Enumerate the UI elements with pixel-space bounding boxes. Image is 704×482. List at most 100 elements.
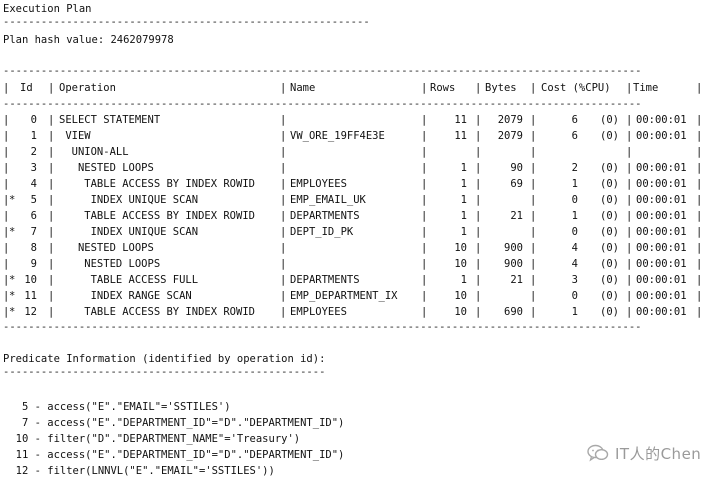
- cell-bytes: 69: [510, 178, 523, 190]
- border-pipe: |: [280, 210, 287, 222]
- cell-operation: TABLE ACCESS BY INDEX ROWID: [59, 210, 255, 222]
- cell-id: 1: [30, 130, 37, 142]
- table-top-rule: ----------------------------------------…: [3, 65, 642, 77]
- border-pipe: |: [696, 242, 703, 254]
- border-pipe: |: [48, 178, 55, 190]
- border-pipe: |: [48, 274, 55, 286]
- cell-operation: INDEX UNIQUE SCAN: [59, 194, 199, 206]
- cell-operation: INDEX RANGE SCAN: [59, 290, 192, 302]
- table-row: | 0 | SELECT STATEMENT | | 11 | 2079 | 6 (0) | 00:00…: [3, 112, 703, 128]
- cell-time: 00:00:01: [636, 274, 687, 286]
- border-pipe: |: [626, 146, 633, 158]
- cell-rows: 1: [460, 210, 467, 222]
- cell-id: 12: [24, 306, 37, 318]
- cell-time: 00:00:01: [636, 178, 687, 190]
- cell-cpu: (0): [600, 242, 619, 254]
- header-cost: Cost (%CPU): [541, 82, 611, 94]
- cell-id: 2: [30, 146, 37, 158]
- plan-hash-value: Plan hash value: 2462079978: [3, 34, 174, 46]
- cell-time: 00:00:01: [636, 258, 687, 270]
- border-pipe: |: [696, 178, 703, 190]
- border-pipe: |: [475, 226, 482, 238]
- border-pipe: |: [48, 242, 55, 254]
- cell-rows: 10: [454, 258, 467, 270]
- border-pipe: |: [626, 290, 633, 302]
- cell-operation: NESTED LOOPS: [59, 258, 161, 270]
- cell-name: EMPLOYEES: [290, 306, 347, 318]
- border-pipe: |: [48, 82, 55, 94]
- predicate-line: 11 - access("E"."DEPARTMENT_ID"="D"."DEP…: [3, 449, 345, 461]
- border-pipe: |: [280, 146, 287, 158]
- cell-cost: 4: [571, 242, 578, 254]
- table-row: | 9 | NESTED LOOPS | | 10 | 900 | 4 (0) | 00:00:01 |: [3, 256, 703, 272]
- border-pipe: |: [696, 162, 703, 174]
- cell-rows: 10: [454, 306, 467, 318]
- border-pipe: |: [530, 82, 537, 94]
- border-pipe: |: [280, 114, 287, 126]
- table-row: | 2 | UNION-ALL | | | | | |: [3, 144, 703, 160]
- cell-cpu: (0): [600, 162, 619, 174]
- border-pipe: |: [280, 242, 287, 254]
- cell-id: 8: [30, 242, 37, 254]
- border-pipe: |: [626, 82, 633, 94]
- cell-cost: 2: [571, 162, 578, 174]
- cell-time: 00:00:01: [636, 114, 687, 126]
- cell-id: 5: [30, 194, 37, 206]
- header-name: Name: [290, 82, 316, 94]
- border-pipe: |: [696, 146, 703, 158]
- cell-rows: 1: [460, 226, 467, 238]
- cell-id: 11: [24, 290, 37, 302]
- cell-operation: TABLE ACCESS BY INDEX ROWID: [59, 306, 255, 318]
- border-pipe: |: [280, 82, 287, 94]
- cell-rows: 1: [460, 194, 467, 206]
- cell-cpu: (0): [600, 290, 619, 302]
- cell-bytes: 900: [504, 258, 523, 270]
- cell-rows: 1: [460, 162, 467, 174]
- wechat-icon: [587, 444, 609, 462]
- table-header-row: | Id | Operation | Name | Rows | Bytes |…: [3, 80, 703, 96]
- cell-operation: SELECT STATEMENT: [59, 114, 161, 126]
- cell-operation: INDEX UNIQUE SCAN: [59, 226, 199, 238]
- cell-time: 00:00:01: [636, 306, 687, 318]
- cell-operation: TABLE ACCESS FULL: [59, 274, 199, 286]
- cell-cpu: (0): [600, 306, 619, 318]
- cell-time: 00:00:01: [636, 290, 687, 302]
- border-pipe: |: [48, 130, 55, 142]
- border-pipe: |: [626, 178, 633, 190]
- cell-rows: 11: [454, 114, 467, 126]
- table-header-rule: ----------------------------------------…: [3, 98, 642, 110]
- header-time: Time: [633, 82, 659, 94]
- border-pipe: |: [48, 114, 55, 126]
- border-pipe: |: [280, 226, 287, 238]
- border-pipe: |: [48, 194, 55, 206]
- cell-bytes: 900: [504, 242, 523, 254]
- cell-time: 00:00:01: [636, 226, 687, 238]
- border-pipe: |: [696, 306, 703, 318]
- border-pipe: |: [48, 210, 55, 222]
- cell-bytes: 21: [510, 274, 523, 286]
- border-pipe: |: [626, 194, 633, 206]
- cell-name: EMPLOYEES: [290, 178, 347, 190]
- border-pipe: |: [280, 274, 287, 286]
- border-pipe: |: [626, 274, 633, 286]
- cell-operation: NESTED LOOPS: [59, 242, 154, 254]
- cell-time: 00:00:01: [636, 194, 687, 206]
- watermark: IT人的Chen: [587, 443, 701, 463]
- border-pipe: |: [626, 226, 633, 238]
- border-pipe: |: [626, 306, 633, 318]
- cell-cpu: (0): [600, 178, 619, 190]
- cell-cpu: (0): [600, 258, 619, 270]
- border-pipe: |: [421, 146, 428, 158]
- cell-operation: UNION-ALL: [59, 146, 129, 158]
- cell-cost: 0: [571, 290, 578, 302]
- cell-cost: 6: [571, 114, 578, 126]
- border-pipe: |: [696, 226, 703, 238]
- border-pipe: |: [48, 162, 55, 174]
- title-underline: ----------------------------------------…: [3, 16, 370, 28]
- cell-cpu: (0): [600, 274, 619, 286]
- border-pipe: |: [530, 146, 537, 158]
- cell-rows: 10: [454, 242, 467, 254]
- cell-cpu: (0): [600, 114, 619, 126]
- border-pipe: |: [696, 258, 703, 270]
- cell-cost: 0: [571, 226, 578, 238]
